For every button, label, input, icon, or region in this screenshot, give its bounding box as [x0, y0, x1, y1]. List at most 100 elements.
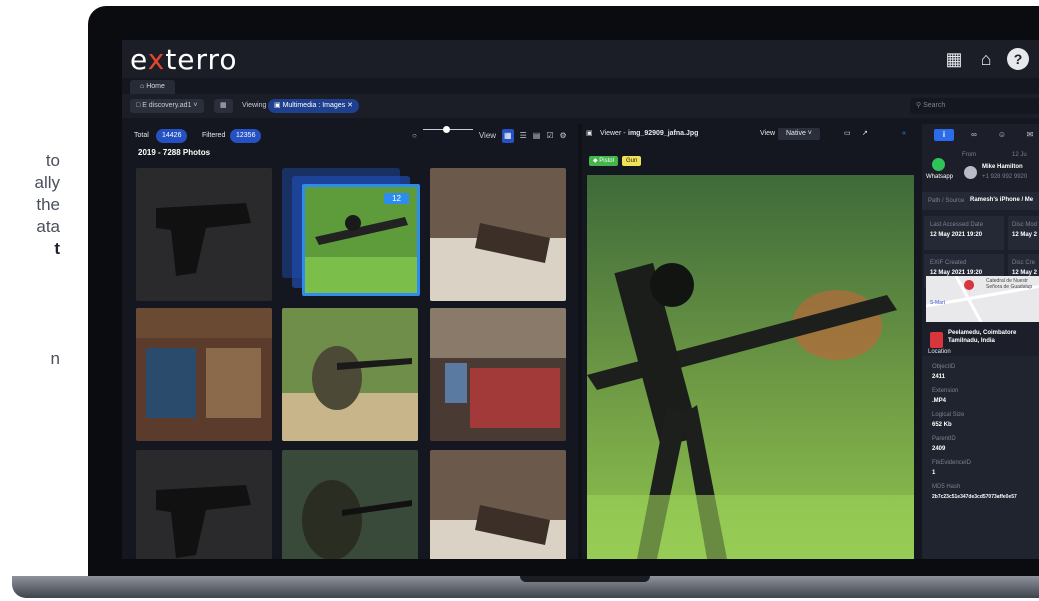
location-pin-icon [930, 332, 943, 348]
zoom-slider[interactable] [422, 126, 473, 133]
last-accessed-label: Last Accessed Date [930, 222, 984, 228]
path-value: Ramesh's iPhone / Me [970, 197, 1034, 203]
whatsapp-icon [932, 158, 945, 171]
viewer-title-prefix: Viewer - [600, 130, 626, 137]
thumbnail-train[interactable] [430, 308, 566, 441]
parent-id-value: 2409 [932, 446, 946, 452]
apps-grid-icon[interactable]: ▦ [943, 48, 965, 70]
avatar [964, 166, 977, 179]
grid-view-icon[interactable]: ▦ [502, 129, 514, 143]
people-tab-icon[interactable]: ☺ [992, 129, 1012, 141]
extension-label: Extension [932, 388, 959, 394]
path-label: Path / Source [928, 198, 965, 204]
location-label: Location [928, 349, 951, 355]
top-icons: ▦ ⌂ ? [943, 48, 1029, 70]
object-id-value: 2411 [932, 374, 946, 380]
pistol-image [136, 168, 272, 301]
store-image [136, 308, 272, 441]
disc-mod-label: Disc Mod [1012, 222, 1038, 228]
thumbnail-shooter[interactable] [282, 308, 418, 441]
total-label: Total [134, 132, 149, 139]
ftk-value: 1 [932, 470, 936, 476]
home-icon[interactable]: ⌂ [975, 48, 997, 70]
disc-mod-value: 12 May 2 [1012, 232, 1038, 238]
viewer-file-name: img_92909_jafna.Jpg [628, 130, 699, 137]
zoom-out-icon[interactable]: ○ [412, 129, 417, 143]
thumbnail-store[interactable] [136, 308, 272, 441]
app-screen: exterro ▦ ⌂ ? ⌂ Home □ E discovery.ad1 ˅… [122, 40, 1039, 559]
details-tabs: i ∞ ☺ ✉ [922, 124, 1039, 146]
panel-divider[interactable] [578, 124, 582, 559]
place-line-2: Tamilnadu, India [948, 338, 995, 344]
filter-settings-icon[interactable]: ⚙ [560, 129, 567, 143]
photo-group-title: 2019 - 7288 Photos [138, 148, 211, 157]
thumbnail-ammo-2[interactable] [430, 450, 566, 559]
md5-label: MD5 Hash [932, 484, 961, 490]
gallery-header: Total 14426 Filtered 12356 ○ View ▦ ☰ ▤ … [122, 124, 578, 148]
marketing-page: to ally the ata t n exterro ▦ ⌂ ? ⌂ Home… [0, 0, 1039, 601]
laptop-notch [520, 576, 650, 582]
pistol-image [136, 450, 272, 559]
shooter-image [282, 308, 418, 441]
tag-gun[interactable]: Gun [622, 156, 642, 166]
app-name: Whatsapp [926, 174, 954, 180]
sniper-rifle-image [587, 175, 914, 559]
collapse-panel-icon[interactable]: « [902, 128, 906, 140]
thumbnail-hunter[interactable] [282, 450, 418, 559]
map-label: S-Mart [930, 300, 945, 306]
thumbnail-ammo[interactable] [430, 168, 566, 301]
text-line: ally [34, 173, 60, 192]
help-icon[interactable]: ? [1007, 48, 1029, 70]
search-input[interactable]: ⚲ Search [910, 98, 1039, 114]
info-tab-icon[interactable]: i [934, 129, 954, 141]
viewer-icon: ▣ [586, 130, 593, 137]
logical-size-value: 652 Kb [932, 422, 952, 428]
brand-bar: exterro ▦ ⌂ ? [122, 40, 1039, 78]
stack-count-badge: 12 [384, 193, 409, 204]
last-accessed-value: 12 May 2021 19:20 [930, 232, 983, 238]
location-map[interactable]: Catedral de Nuestr Señora de Guadalup S-… [926, 276, 1039, 322]
text-line: ata [36, 217, 60, 236]
total-count-badge: 14426 [156, 129, 188, 143]
marketing-text-fragment: to ally the ata t n [0, 150, 60, 370]
exif-label: EXIF Created [930, 260, 967, 266]
sender-phone: +1 928 992 9920 [982, 174, 1028, 180]
map-label: Señora de Guadalup [986, 284, 1033, 290]
select-view-icon[interactable]: ☑ [546, 129, 553, 143]
view-mode-select[interactable]: Native ˅ [778, 128, 820, 140]
thumbnail-sniper-stack[interactable]: 12 [302, 184, 420, 296]
thumbnail-pistol[interactable] [136, 168, 272, 301]
message-date: 12 Ju [1012, 152, 1027, 158]
filtered-label: Filtered [202, 132, 226, 139]
parent-id-label: ParentID [932, 436, 956, 442]
viewer-header: ▣ Viewer - img_92909_jafna.Jpg View Nati… [582, 124, 918, 144]
view-label: View [478, 131, 497, 140]
case-selector[interactable]: □ E discovery.ad1 ˅ [130, 99, 204, 113]
metadata-section [922, 356, 1039, 559]
filtered-count-badge: 12356 [230, 129, 262, 143]
tab-home[interactable]: ⌂ Home [130, 80, 175, 94]
sender-name: Mike Hamilton [982, 164, 1023, 170]
md5-value: 2b7c23c51e347de3cd57073affe0e57 [932, 494, 1017, 500]
ammo-image [430, 168, 566, 301]
train-image [430, 308, 566, 441]
from-label: From [962, 152, 976, 158]
extension-value: .MP4 [932, 398, 947, 404]
thumbnail-pistol-2[interactable] [136, 450, 272, 559]
link-tab-icon[interactable]: ∞ [964, 129, 984, 141]
monitor-icon[interactable]: ▭ [844, 128, 851, 140]
viewing-filter-chip[interactable]: ▣ Multimedia : Images ✕ [268, 99, 360, 113]
list-view-icon[interactable]: ☰ [520, 129, 527, 143]
tab-row: ⌂ Home [122, 78, 1039, 94]
text-line: t [54, 239, 60, 258]
mail-tab-icon[interactable]: ✉ [1020, 129, 1039, 141]
case-action-button[interactable]: ▦ [214, 99, 233, 113]
external-link-icon[interactable]: ↗ [862, 128, 868, 140]
viewer-image [587, 175, 914, 559]
tag-pistol[interactable]: ◆ Pistol [589, 156, 618, 166]
details-panel: i ∞ ☺ ✉ Whatsapp From 12 Ju Mike Hamilto… [922, 124, 1039, 559]
tile-view-icon[interactable]: ▤ [533, 129, 541, 143]
main-toolbar: □ E discovery.ad1 ˅ ▦ Viewing ▣ Multimed… [122, 94, 1039, 118]
gallery-view-controls: ○ View ▦ ☰ ▤ ☑ ⚙ [412, 126, 567, 143]
ftk-label: FtkEvidenceID [932, 460, 972, 466]
